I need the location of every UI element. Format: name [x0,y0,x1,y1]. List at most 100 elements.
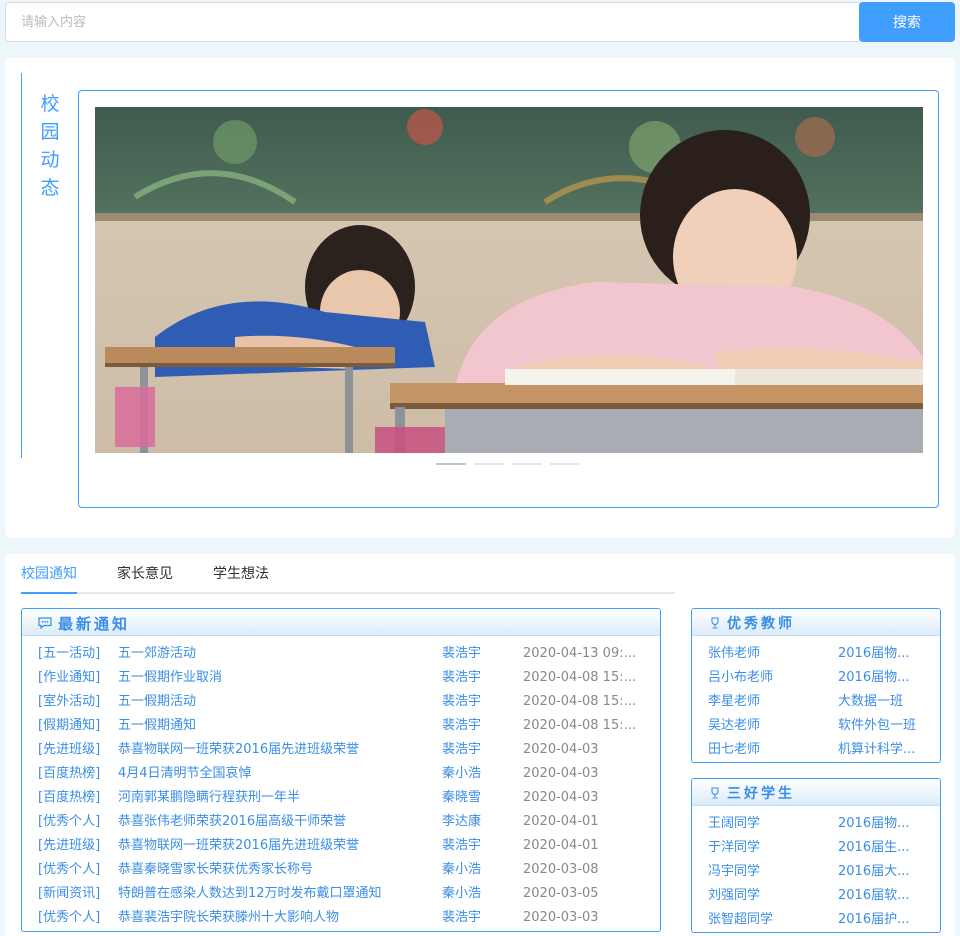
tab-bar: 校园通知 家长意见 学生想法 [21,554,675,594]
notice-date: 2020-04-08 15:... [523,670,637,685]
notice-title[interactable]: 4月4日清明节全国哀悼 [118,762,438,786]
notice-row[interactable]: [优秀个人] 恭喜裴浩宇院长荣获滕州十大影响人物 裴浩宇 2020-03-03 [38,906,648,930]
notice-row[interactable]: [室外活动] 五一假期活动 裴浩宇 2020-04-08 15:... [38,690,648,714]
student-item-name: 张智超同学 [708,912,774,927]
notice-title[interactable]: 恭喜秦晓雪家长荣获优秀家长称号 [118,858,438,882]
teacher-item-info: 2016届物... [838,670,910,685]
notice-title[interactable]: 五一假期通知 [118,714,438,738]
teacher-item-info: 机算计科学... [838,742,916,757]
notice-category: [优秀个人] [38,862,101,877]
notice-date: 2020-04-01 [523,814,599,829]
notice-date: 2020-03-08 [523,862,599,877]
merit-students-header: 三好学生 [692,779,940,806]
notice-category: [先进班级] [38,742,101,757]
tab-campus-notice[interactable]: 校园通知 [21,554,77,594]
campus-news-panel: 校园动态 [5,58,955,538]
carousel-dot-2[interactable] [474,463,504,465]
student-item-info: 2016届护... [838,912,910,927]
notice-category: [百度热榜] [38,790,101,805]
notice-title[interactable]: 五一假期作业取消 [118,666,438,690]
notice-title[interactable]: 河南郭某鹏隐瞒行程获刑一年半 [118,786,438,810]
teacher-item-info: 大数据一班 [838,694,904,709]
notice-title[interactable]: 五一假期活动 [118,690,438,714]
classroom-photo [95,107,923,453]
student-item-info: 2016届物... [838,816,910,831]
notice-title[interactable]: 五一郊游活动 [118,642,438,666]
title-divider [21,73,22,458]
teacher-item[interactable]: 李星老师 大数据一班 [708,690,928,714]
notice-date: 2020-03-05 [523,886,599,901]
notice-row[interactable]: [百度热榜] 4月4日清明节全国哀悼 秦小浩 2020-04-03 [38,762,648,786]
image-carousel[interactable] [78,90,939,508]
student-item[interactable]: 王阔同学 2016届物... [708,812,928,836]
bottom-panel: 校园通知 家长意见 学生想法 最新通知 [五一活动] 五一郊游活动 裴浩宇 2020-… [5,554,955,936]
carousel-image[interactable] [95,107,923,453]
carousel-indicators [436,463,580,465]
student-item-info: 2016届生... [838,840,910,855]
notice-row[interactable]: [先进班级] 恭喜物联网一班荣获2016届先进班级荣誉 裴浩宇 2020-04-01 [38,834,648,858]
notice-title[interactable]: 恭喜张伟老师荣获2016届高级干师荣誉 [118,810,438,834]
excellent-teachers-header: 优秀教师 [692,609,940,636]
tab-student-thoughts[interactable]: 学生想法 [213,554,269,594]
notice-category: [假期通知] [38,718,101,733]
notice-author: 裴浩宇 [442,910,482,925]
notice-category: [先进班级] [38,838,101,853]
notice-date: 2020-04-03 [523,790,599,805]
trophy-icon [711,787,719,799]
teacher-item-name: 田七老师 [708,742,761,757]
search-input[interactable] [5,2,861,42]
notice-date: 2020-04-08 15:... [523,694,637,709]
notice-author: 裴浩宇 [442,742,482,757]
teacher-item-info: 2016届物... [838,646,910,661]
notice-row[interactable]: [新闻资讯] 特朗普在感染人数达到12万时发布戴口罩通知 秦小浩 2020-03-05 [38,882,648,906]
teacher-item-name: 吕小布老师 [708,670,774,685]
notice-date: 2020-04-03 [523,742,599,757]
student-item[interactable]: 张智超同学 2016届护... [708,908,928,932]
teacher-item-name: 吴达老师 [708,718,761,733]
active-tab-indicator [21,592,77,594]
student-item-name: 冯宇同学 [708,864,761,879]
student-item[interactable]: 冯宇同学 2016届大... [708,860,928,884]
teacher-item-info: 软件外包一班 [838,718,917,733]
student-item[interactable]: 于洋同学 2016届生... [708,836,928,860]
campus-news-title: 校园动态 [40,93,60,199]
search-button[interactable]: 搜索 [859,2,955,42]
chat-bubble-icon [38,617,52,629]
notice-category: [优秀个人] [38,814,101,829]
notice-row[interactable]: [先进班级] 恭喜物联网一班荣获2016届先进班级荣誉 裴浩宇 2020-04-03 [38,738,648,762]
notice-title[interactable]: 恭喜物联网一班荣获2016届先进班级荣誉 [118,834,438,858]
notice-row[interactable]: [优秀个人] 恭喜秦晓雪家长荣获优秀家长称号 秦小浩 2020-03-08 [38,858,648,882]
notice-title[interactable]: 恭喜物联网一班荣获2016届先进班级荣誉 [118,738,438,762]
notice-category: [百度热榜] [38,766,101,781]
notice-category: [五一活动] [38,646,101,661]
notice-title[interactable]: 特朗普在感染人数达到12万时发布戴口罩通知 [118,882,438,906]
teacher-item[interactable]: 吴达老师 软件外包一班 [708,714,928,738]
notice-author: 秦小浩 [442,862,482,877]
student-item[interactable]: 刘强同学 2016届软... [708,884,928,908]
notice-title[interactable]: 恭喜裴浩宇院长荣获滕州十大影响人物 [118,906,438,930]
notice-row[interactable]: [作业通知] 五一假期作业取消 裴浩宇 2020-04-08 15:... [38,666,648,690]
notice-row[interactable]: [百度热榜] 河南郭某鹏隐瞒行程获刑一年半 秦晓雪 2020-04-03 [38,786,648,810]
teacher-item[interactable]: 张伟老师 2016届物... [708,642,928,666]
notice-category: [新闻资讯] [38,886,101,901]
notice-author: 裴浩宇 [442,670,482,685]
teacher-item[interactable]: 田七老师 机算计科学... [708,738,928,762]
notice-row[interactable]: [假期通知] 五一假期通知 裴浩宇 2020-04-08 15:... [38,714,648,738]
notice-author: 秦晓雪 [442,790,482,805]
notice-author: 裴浩宇 [442,718,482,733]
carousel-dot-3[interactable] [512,463,542,465]
notice-row[interactable]: [优秀个人] 恭喜张伟老师荣获2016届高级干师荣誉 李达康 2020-04-01 [38,810,648,834]
student-item-name: 于洋同学 [708,840,761,855]
notice-category: [室外活动] [38,694,101,709]
carousel-dot-1[interactable] [436,463,466,465]
notice-date: 2020-03-03 [523,910,599,925]
notice-date: 2020-04-13 09:... [523,646,637,661]
student-item-name: 王阔同学 [708,816,761,831]
teacher-item[interactable]: 吕小布老师 2016届物... [708,666,928,690]
latest-notices-header: 最新通知 [22,609,660,636]
notice-row[interactable]: [五一活动] 五一郊游活动 裴浩宇 2020-04-13 09:... [38,642,648,666]
notice-author: 秦小浩 [442,766,482,781]
latest-notices-box: 最新通知 [五一活动] 五一郊游活动 裴浩宇 2020-04-13 09:... [作业… [21,608,661,932]
carousel-dot-4[interactable] [550,463,580,465]
tab-parent-opinions[interactable]: 家长意见 [117,554,173,594]
